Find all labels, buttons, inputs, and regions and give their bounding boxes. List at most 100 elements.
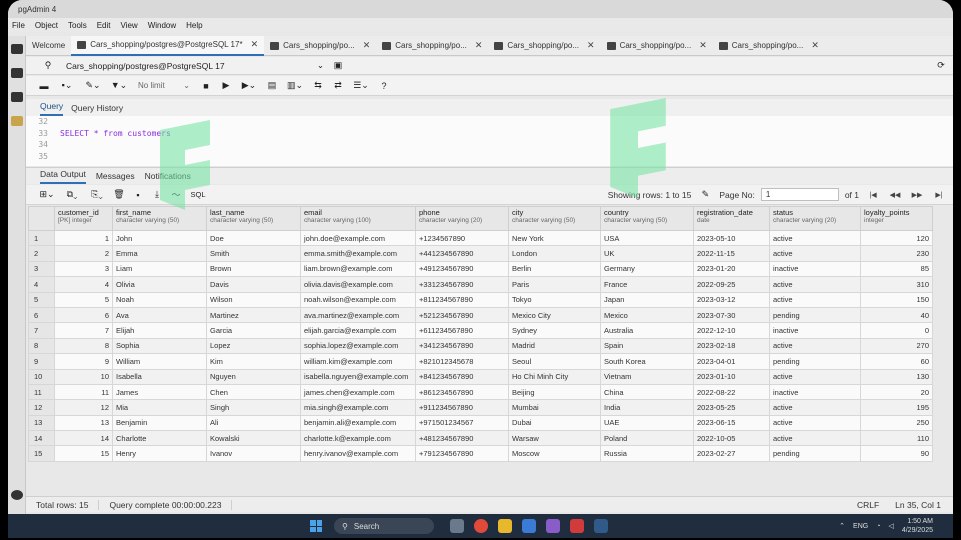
cell-first-name[interactable]: John bbox=[112, 229, 207, 247]
row-number[interactable]: 4 bbox=[28, 276, 55, 293]
refresh-icon[interactable]: ⟳ bbox=[933, 59, 949, 73]
lang-indicator[interactable]: ENG bbox=[853, 523, 868, 530]
table-row[interactable]: 8 8 Sophia Lopez sophia.lopez@example.com +34… bbox=[28, 337, 933, 355]
cell-city[interactable]: London bbox=[508, 245, 601, 262]
cell-first-name[interactable]: Benjamin bbox=[112, 414, 207, 432]
cell-last-name[interactable]: Smith bbox=[206, 245, 301, 262]
close-icon[interactable]: ✕ bbox=[251, 39, 259, 50]
column-header-first-name[interactable]: first_name character varying (50) bbox=[112, 206, 207, 231]
cell-loyalty-points[interactable]: 250 bbox=[860, 414, 933, 432]
chevron-up-icon[interactable]: ⌃ bbox=[839, 522, 845, 530]
row-number[interactable]: 11 bbox=[28, 383, 55, 401]
cell-last-name[interactable]: Ali bbox=[206, 414, 301, 432]
cell-country[interactable]: UK bbox=[600, 245, 694, 262]
macros-icon[interactable]: ☰⌄ bbox=[350, 79, 372, 93]
cell-country[interactable]: Vietnam bbox=[600, 368, 694, 385]
cell-status[interactable]: pending bbox=[769, 306, 861, 324]
cell-email[interactable]: william.kim@example.com bbox=[300, 353, 416, 370]
cell-city[interactable]: Sydney bbox=[508, 322, 601, 339]
cell-last-name[interactable]: Lopez bbox=[206, 337, 301, 355]
close-icon[interactable]: ✕ bbox=[475, 40, 483, 51]
tab-query[interactable]: Cars_shopping/po... ✕ bbox=[488, 36, 600, 56]
table-row[interactable]: 7 7 Elijah Garcia elijah.garcia@example.com +… bbox=[28, 322, 933, 339]
cell-phone[interactable]: +811234567890 bbox=[415, 291, 509, 308]
cell-registration-date[interactable]: 2023-03-12 bbox=[693, 291, 770, 308]
cell-customer-id[interactable]: 4 bbox=[54, 276, 113, 293]
last-page-icon[interactable]: ▶| bbox=[931, 188, 947, 201]
cell-city[interactable]: Ho Chi Minh City bbox=[508, 368, 601, 385]
menu-help[interactable]: Help bbox=[186, 21, 202, 30]
cell-first-name[interactable]: Liam bbox=[112, 260, 207, 278]
cell-customer-id[interactable]: 5 bbox=[54, 291, 113, 308]
cell-city[interactable]: Madrid bbox=[508, 337, 601, 355]
open-file-icon[interactable]: ▬ bbox=[36, 79, 52, 93]
cell-phone[interactable]: +791234567890 bbox=[415, 445, 509, 462]
filter-icon[interactable]: ▼⌄ bbox=[108, 79, 130, 93]
column-header-status[interactable]: status character varying (20) bbox=[769, 206, 861, 231]
cell-registration-date[interactable]: 2023-05-10 bbox=[693, 229, 770, 247]
column-header-city[interactable]: city character varying (50) bbox=[508, 206, 601, 231]
row-number[interactable]: 13 bbox=[28, 414, 55, 432]
column-header-phone[interactable]: phone character varying (20) bbox=[415, 206, 509, 231]
cell-loyalty-points[interactable]: 120 bbox=[860, 229, 933, 247]
cell-phone[interactable]: +1234567890 bbox=[415, 229, 509, 247]
table-row[interactable]: 12 12 Mia Singh mia.singh@example.com +911234… bbox=[28, 399, 933, 416]
table-row[interactable]: 5 5 Noah Wilson noah.wilson@example.com +8112… bbox=[28, 291, 933, 308]
connection-select[interactable]: Cars_shopping/postgres@PostgreSQL 17 ⌄ bbox=[60, 59, 330, 73]
table-row[interactable]: 2 2 Emma Smith emma.smith@example.com +441234… bbox=[28, 245, 933, 262]
cell-status[interactable]: active bbox=[769, 399, 861, 416]
cell-country[interactable]: Mexico bbox=[600, 306, 694, 324]
cell-phone[interactable]: +441234567890 bbox=[415, 245, 509, 262]
cell-city[interactable]: Beijing bbox=[508, 383, 601, 401]
cell-phone[interactable]: +611234567890 bbox=[415, 322, 509, 339]
cell-city[interactable]: Moscow bbox=[508, 445, 601, 462]
execute-icon[interactable]: ▶ bbox=[218, 79, 234, 93]
cell-loyalty-points[interactable]: 195 bbox=[860, 399, 933, 416]
cell-first-name[interactable]: Ava bbox=[112, 306, 207, 324]
row-number[interactable]: 15 bbox=[28, 445, 55, 462]
cell-country[interactable]: Germany bbox=[600, 260, 694, 278]
cell-last-name[interactable]: Singh bbox=[206, 399, 301, 416]
tab-data-output[interactable]: Data Output bbox=[40, 169, 86, 184]
cell-registration-date[interactable]: 2022-12-10 bbox=[693, 322, 770, 339]
cell-registration-date[interactable]: 2023-04-01 bbox=[693, 353, 770, 370]
cell-phone[interactable]: +911234567890 bbox=[415, 399, 509, 416]
cell-last-name[interactable]: Doe bbox=[206, 229, 301, 247]
cell-first-name[interactable]: William bbox=[112, 353, 207, 370]
table-row[interactable]: 9 9 William Kim william.kim@example.com +8210… bbox=[28, 353, 933, 370]
cell-status[interactable]: inactive bbox=[769, 260, 861, 278]
cell-first-name[interactable]: Noah bbox=[112, 291, 207, 308]
tab-query-history[interactable]: Query History bbox=[71, 103, 123, 116]
cell-status[interactable]: active bbox=[769, 337, 861, 355]
table-row[interactable]: 15 15 Henry Ivanov henry.ivanov@example.com +… bbox=[28, 445, 933, 462]
cell-phone[interactable]: +331234567890 bbox=[415, 276, 509, 293]
cell-loyalty-points[interactable]: 40 bbox=[860, 306, 933, 324]
table-row[interactable]: 14 14 Charlotte Kowalski charlotte.k@example… bbox=[28, 430, 933, 447]
cell-phone[interactable]: +491234567890 bbox=[415, 260, 509, 278]
table-row[interactable]: 4 4 Olivia Davis olivia.davis@example.com +33… bbox=[28, 276, 933, 293]
cell-city[interactable]: Tokyo bbox=[508, 291, 601, 308]
sql-button[interactable]: SQL bbox=[187, 188, 209, 202]
cell-email[interactable]: elijah.garcia@example.com bbox=[300, 322, 416, 339]
cell-country[interactable]: France bbox=[600, 276, 694, 293]
cell-customer-id[interactable]: 10 bbox=[54, 368, 113, 385]
cell-email[interactable]: james.chen@example.com bbox=[300, 383, 416, 401]
cell-customer-id[interactable]: 13 bbox=[54, 414, 113, 432]
cell-email[interactable]: ava.martinez@example.com bbox=[300, 306, 416, 324]
chrome-icon[interactable] bbox=[474, 519, 488, 533]
delete-icon[interactable]: 🗑 bbox=[111, 188, 127, 202]
cell-registration-date[interactable]: 2023-02-18 bbox=[693, 337, 770, 355]
cell-first-name[interactable]: Mia bbox=[112, 399, 207, 416]
tab-query-active[interactable]: Cars_shopping/postgres@PostgreSQL 17* ✕ bbox=[71, 35, 265, 56]
cell-loyalty-points[interactable]: 0 bbox=[860, 322, 933, 339]
windows-start-icon[interactable] bbox=[310, 520, 322, 532]
close-icon[interactable]: ✕ bbox=[699, 40, 707, 51]
cell-city[interactable]: Berlin bbox=[508, 260, 601, 278]
row-number[interactable]: 6 bbox=[28, 306, 55, 324]
cell-registration-date[interactable]: 2023-01-10 bbox=[693, 368, 770, 385]
cell-status[interactable]: active bbox=[769, 229, 861, 247]
gear-icon[interactable] bbox=[11, 490, 23, 500]
tab-notifications[interactable]: Notifications bbox=[145, 171, 191, 184]
cell-registration-date[interactable]: 2022-08-22 bbox=[693, 383, 770, 401]
commit-icon[interactable]: ⇆ bbox=[310, 79, 326, 93]
